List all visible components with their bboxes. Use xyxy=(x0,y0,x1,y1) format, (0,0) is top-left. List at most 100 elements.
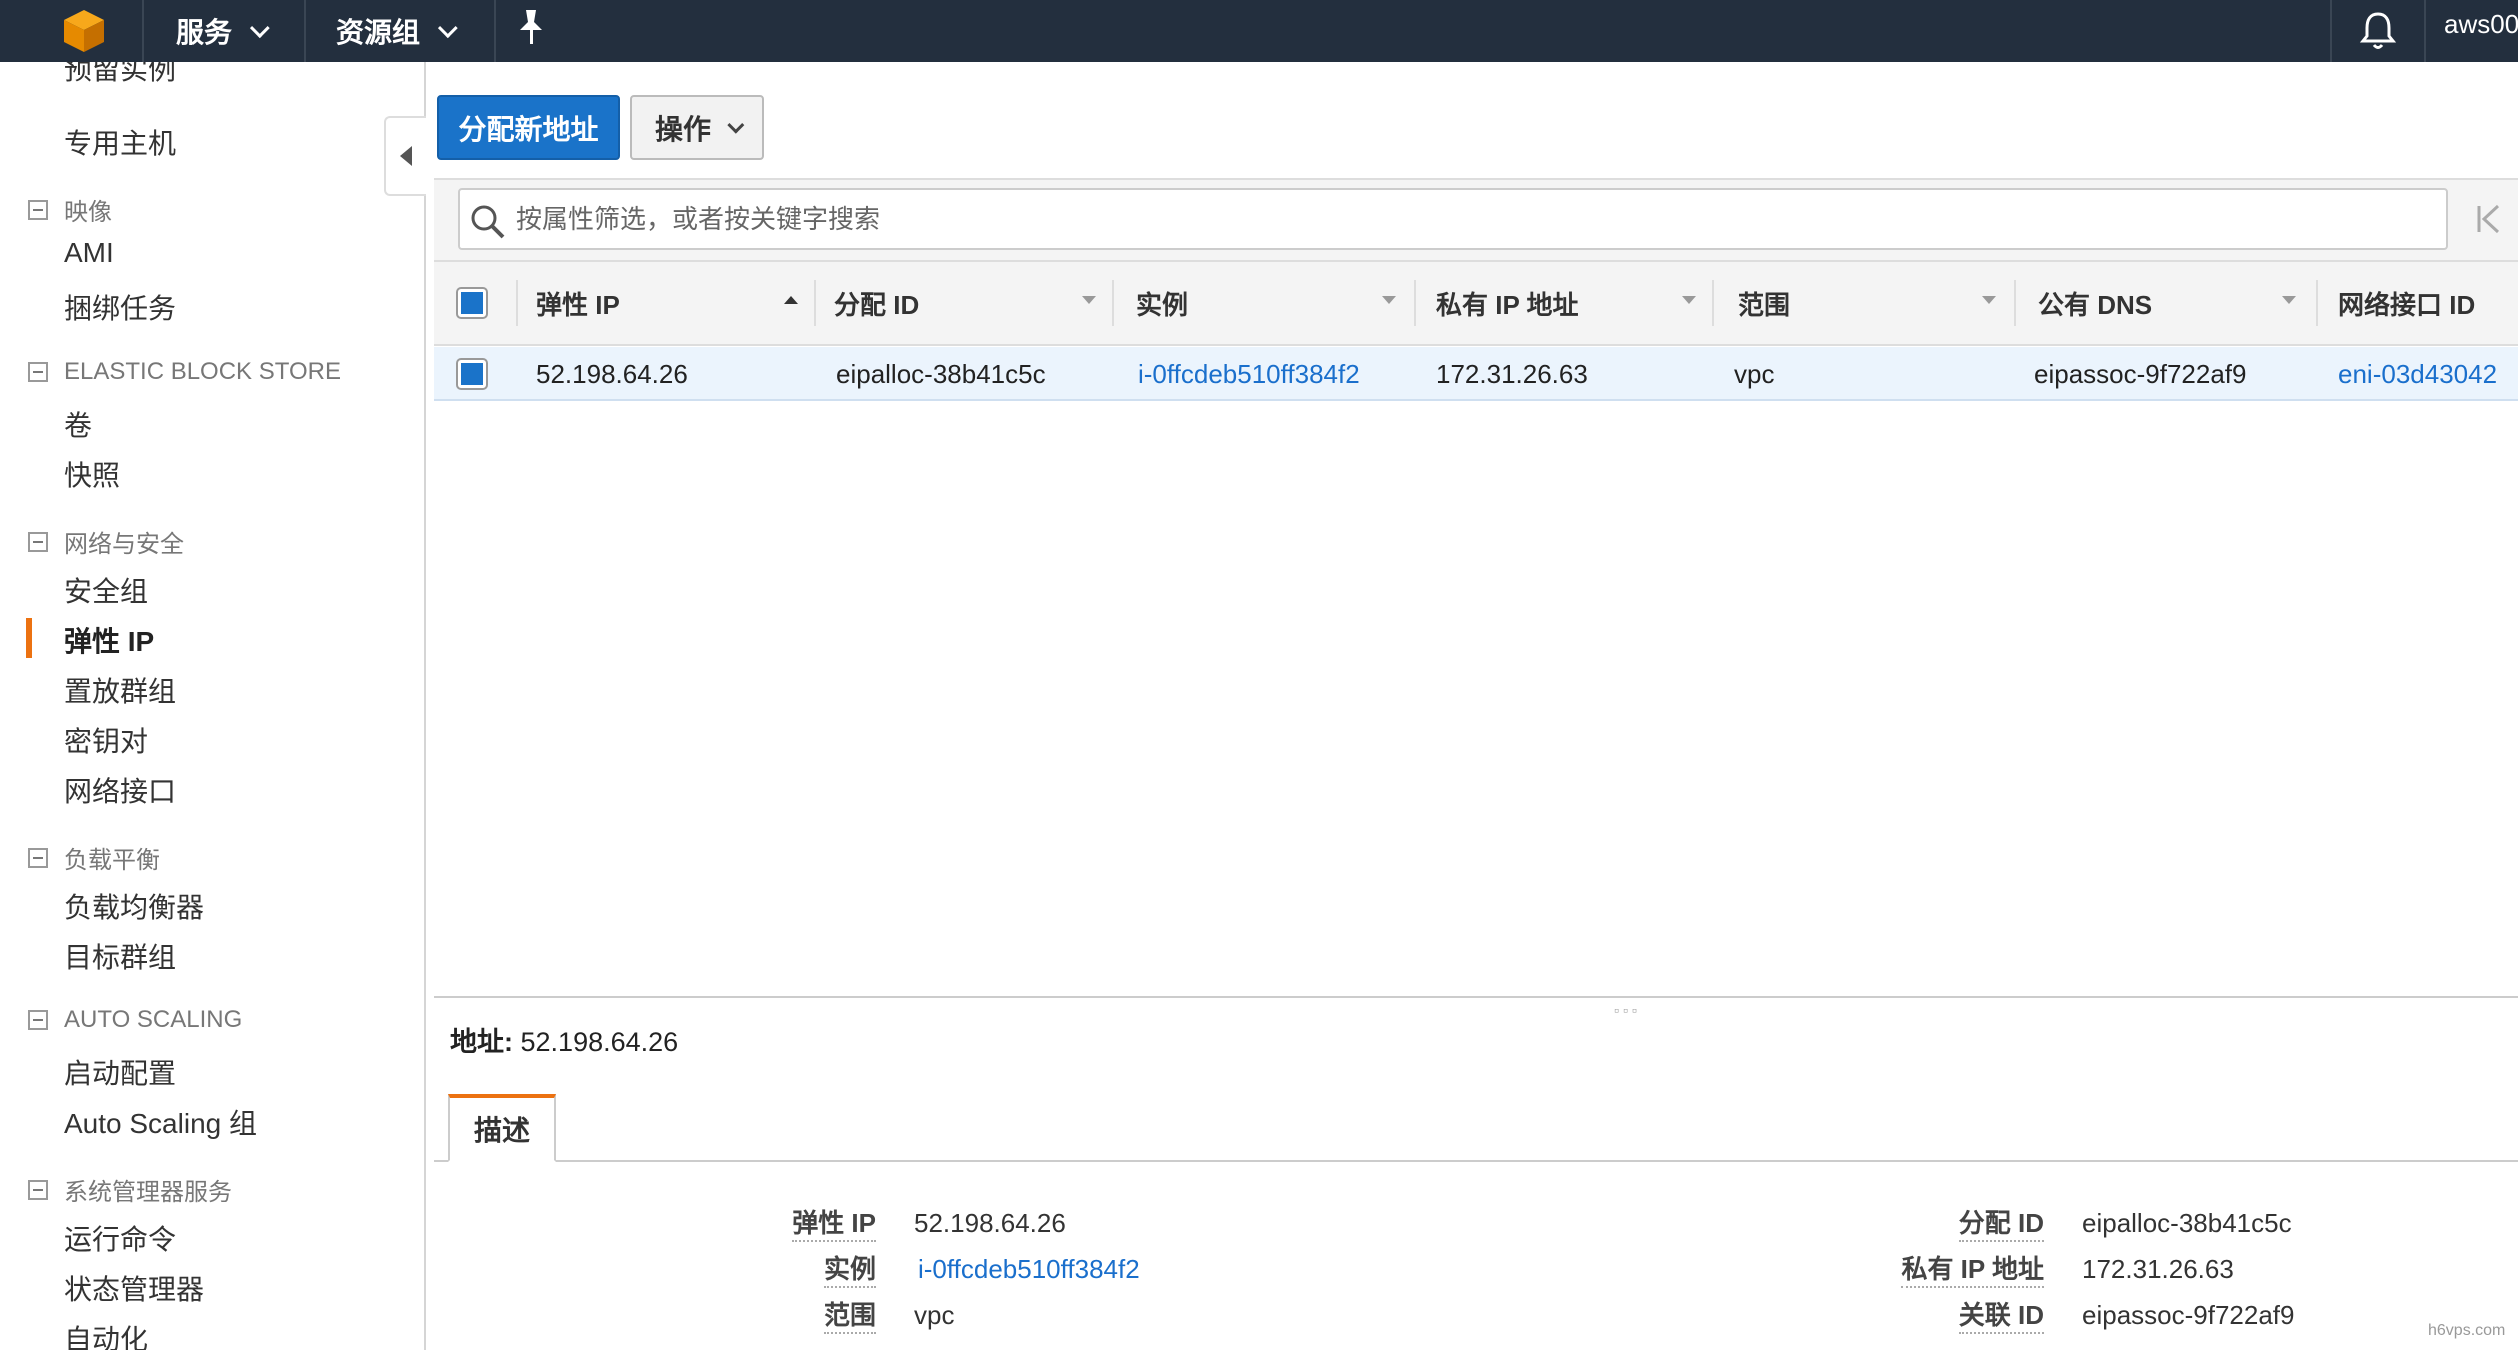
sidebar-group-network-security[interactable]: 网络与安全 xyxy=(28,524,184,559)
services-menu[interactable]: 服务 xyxy=(176,0,270,62)
collapse-minus-icon xyxy=(28,1010,48,1030)
detail-value-private-ip: 172.31.26.63 xyxy=(2082,1254,2234,1284)
sidebar-item-reserved-instances[interactable]: 预留实例 xyxy=(64,62,176,88)
sort-caret-icon[interactable] xyxy=(1982,296,1996,304)
sidebar-item-snapshots[interactable]: 快照 xyxy=(64,454,120,494)
allocate-new-address-button[interactable]: 分配新地址 xyxy=(437,95,620,160)
column-header-allocation-id[interactable]: 分配 ID xyxy=(834,260,919,346)
row-checkbox[interactable] xyxy=(458,360,486,388)
sidebar-item-load-balancers[interactable]: 负载均衡器 xyxy=(64,886,204,926)
sidebar-item-bundle-tasks[interactable]: 捆绑任务 xyxy=(64,287,176,327)
cell-public-dns: eipassoc-9f722af9 xyxy=(2034,358,2247,389)
detail-value-instance-link[interactable]: i-0ffcdeb510ff384f2 xyxy=(918,1252,1140,1286)
detail-title-value: 52.198.64.26 xyxy=(520,1027,679,1057)
detail-title: 地址: 52.198.64.26 xyxy=(450,1020,678,1059)
sidebar-item-auto-scaling-groups[interactable]: Auto Scaling 组 xyxy=(64,1102,257,1142)
column-header-public-dns[interactable]: 公有 DNS xyxy=(2038,260,2152,346)
sidebar-item-dedicated-hosts[interactable]: 专用主机 xyxy=(64,122,176,162)
detail-value-elastic-ip: 52.198.64.26 xyxy=(914,1208,1066,1238)
sidebar-group-label: 负载平衡 xyxy=(64,847,160,874)
column-header-elastic-ip[interactable]: 弹性 IP xyxy=(536,260,620,346)
nav-divider xyxy=(2424,0,2426,62)
select-all-checkbox[interactable] xyxy=(458,289,486,317)
detail-value-allocation-id: eipalloc-38b41c5c xyxy=(2082,1208,2292,1238)
cell-network-interface-link[interactable]: eni-03d43042 xyxy=(2338,347,2497,401)
watermark: h6vps.com xyxy=(2428,1322,2506,1339)
sidebar-group-label: 系统管理器服务 xyxy=(64,1179,232,1206)
tabs-baseline xyxy=(434,1160,2518,1162)
collapse-minus-icon xyxy=(28,1179,48,1200)
sidebar-item-ami[interactable]: AMI xyxy=(64,237,114,269)
detail-label-elastic-ip: 弹性 IP xyxy=(792,1206,876,1242)
cell-allocation-id: eipalloc-38b41c5c xyxy=(836,358,1046,389)
sidebar-collapse-toggle[interactable] xyxy=(384,116,426,196)
detail-value-scope: vpc xyxy=(914,1300,955,1330)
collapse-minus-icon xyxy=(28,362,48,382)
sidebar-item-network-interfaces[interactable]: 网络接口 xyxy=(64,770,176,810)
sort-caret-icon[interactable] xyxy=(1082,296,1096,304)
chevron-down-icon xyxy=(437,18,458,39)
column-divider xyxy=(1712,280,1714,326)
sidebar-group-images[interactable]: 映像 xyxy=(28,192,112,227)
sidebar-item-state-manager[interactable]: 状态管理器 xyxy=(64,1268,204,1308)
sidebar-item-launch-configurations[interactable]: 启动配置 xyxy=(64,1052,176,1092)
sidebar-item-run-command[interactable]: 运行命令 xyxy=(64,1218,176,1258)
splitter-grip-icon[interactable]: ▫▫▫ xyxy=(1614,1002,1641,1018)
column-divider xyxy=(516,280,518,326)
column-header-network-interface-id[interactable]: 网络接口 ID xyxy=(2338,260,2475,346)
nav-divider xyxy=(494,0,496,62)
detail-label-private-ip: 私有 IP 地址 xyxy=(1901,1252,2044,1288)
column-divider xyxy=(2014,280,2016,326)
sort-caret-icon[interactable] xyxy=(1682,296,1696,304)
sidebar-group-label: 网络与安全 xyxy=(64,531,184,558)
nav-divider xyxy=(2330,0,2332,62)
bell-icon[interactable] xyxy=(2358,6,2398,54)
pin-icon[interactable] xyxy=(516,8,546,46)
column-header-instance[interactable]: 实例 xyxy=(1136,260,1188,346)
collapse-minus-icon xyxy=(28,847,48,868)
column-divider xyxy=(1414,280,1416,326)
sidebar-group-label: AUTO SCALING xyxy=(64,1006,243,1033)
top-nav-bar: 服务 资源组 aws00 xyxy=(0,0,2518,62)
sidebar-item-placement-groups[interactable]: 置放群组 xyxy=(64,670,176,710)
sidebar-item-volumes[interactable]: 卷 xyxy=(64,404,92,444)
tab-description[interactable]: 描述 xyxy=(448,1094,556,1162)
first-page-icon[interactable] xyxy=(2474,202,2504,236)
account-menu[interactable]: aws00 xyxy=(2444,0,2518,62)
collapse-minus-icon xyxy=(28,199,48,220)
actions-dropdown-button[interactable]: 操作 xyxy=(630,95,764,160)
resource-groups-menu[interactable]: 资源组 xyxy=(336,0,458,62)
sidebar-group-auto-scaling[interactable]: AUTO SCALING xyxy=(28,1006,242,1034)
column-header-scope[interactable]: 范围 xyxy=(1738,260,1790,346)
sidebar-group-ebs[interactable]: ELASTIC BLOCK STORE xyxy=(28,358,341,386)
sidebar-group-label: ELASTIC BLOCK STORE xyxy=(64,358,341,385)
actions-label: 操作 xyxy=(654,113,711,145)
detail-value-association-id: eipassoc-9f722af9 xyxy=(2082,1300,2295,1330)
sort-caret-icon[interactable] xyxy=(1382,296,1396,304)
aws-cube-logo-icon[interactable] xyxy=(60,6,108,54)
collapse-minus-icon xyxy=(28,531,48,552)
detail-label-allocation-id: 分配 ID xyxy=(1958,1206,2044,1242)
sort-ascending-icon[interactable] xyxy=(784,296,798,304)
sidebar-item-elastic-ips[interactable]: 弹性 IP xyxy=(64,620,154,660)
sort-caret-icon[interactable] xyxy=(2282,296,2296,304)
search-input[interactable] xyxy=(516,194,2416,244)
sidebar-item-target-groups[interactable]: 目标群组 xyxy=(64,936,176,976)
sidebar-item-security-groups[interactable]: 安全组 xyxy=(64,570,148,610)
detail-label-scope: 范围 xyxy=(823,1298,876,1334)
sidebar-item-key-pairs[interactable]: 密钥对 xyxy=(64,720,148,760)
left-sidebar: 预留实例 专用主机 映像 AMI 捆绑任务 ELASTIC BLOCK STOR… xyxy=(0,62,426,1350)
active-indicator xyxy=(26,618,32,658)
sidebar-group-systems-manager[interactable]: 系统管理器服务 xyxy=(28,1172,232,1207)
services-label: 服务 xyxy=(176,17,233,48)
pane-splitter[interactable] xyxy=(434,996,2518,998)
nav-divider xyxy=(304,0,306,62)
column-header-private-ip[interactable]: 私有 IP 地址 xyxy=(1436,260,1579,346)
sidebar-item-automation[interactable]: 自动化 xyxy=(64,1318,148,1350)
cell-scope: vpc xyxy=(1734,358,1775,389)
cell-elastic-ip: 52.198.64.26 xyxy=(536,358,688,389)
sidebar-group-load-balancing[interactable]: 负载平衡 xyxy=(28,840,160,875)
cell-instance-link[interactable]: i-0ffcdeb510ff384f2 xyxy=(1138,347,1360,401)
chevron-down-icon xyxy=(727,116,745,134)
chevron-down-icon xyxy=(249,18,270,39)
